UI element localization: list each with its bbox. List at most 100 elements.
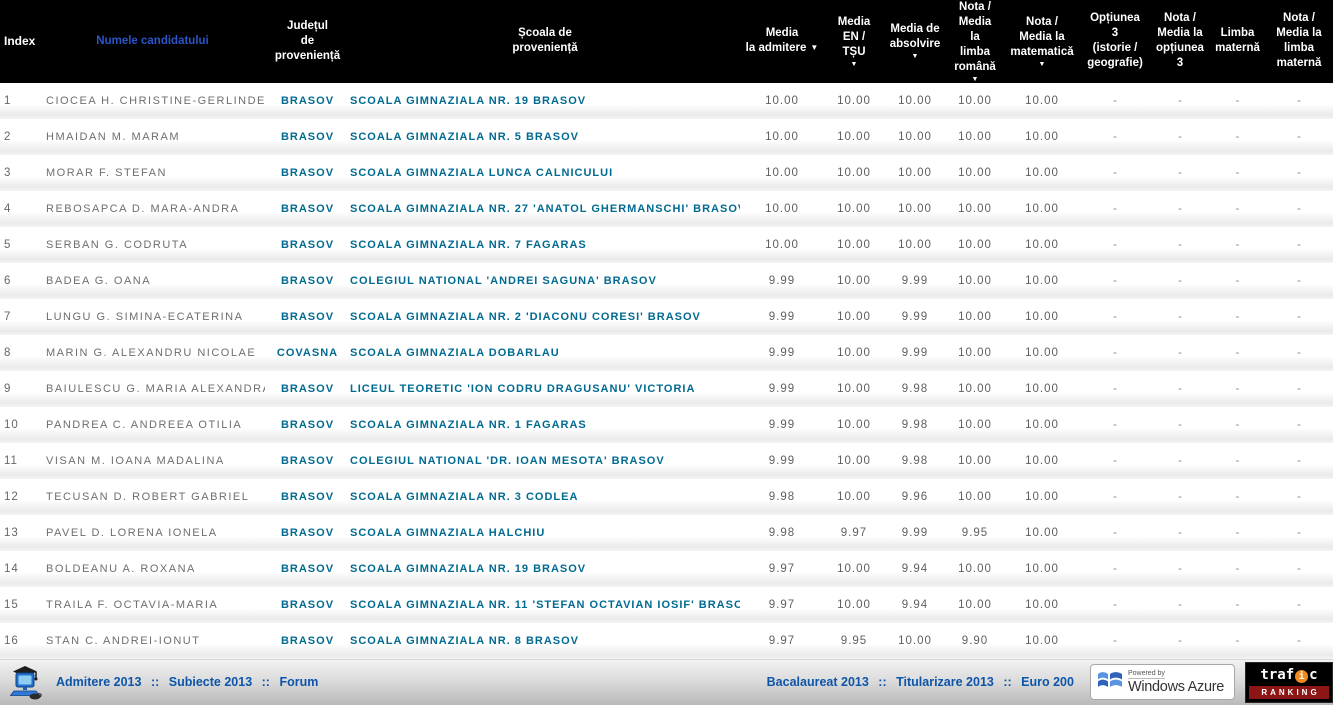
media-admitere-value: 9.99 [740,407,824,443]
school-link[interactable]: SCOALA GIMNAZIALA NR. 19 BRASOV [350,551,740,587]
county-link[interactable]: BRASOV [265,371,350,407]
county-link[interactable]: BRASOV [265,191,350,227]
nota-romana-value: 10.00 [946,119,1004,155]
school-link[interactable]: SCOALA GIMNAZIALA NR. 19 BRASOV [350,83,740,119]
school-link[interactable]: COLEGIUL NATIONAL 'DR. IOAN MESOTA' BRAS… [350,443,740,479]
media-admitere-value: 9.98 [740,479,824,515]
nota-matematica-value: 10.00 [1004,299,1080,335]
county-link[interactable]: BRASOV [265,83,350,119]
row-index: 16 [0,623,40,659]
limba-materna-value: - [1210,335,1265,371]
nota-romana-value: 10.00 [946,335,1004,371]
row-index: 15 [0,587,40,623]
column-header-candidate-name[interactable]: Numele candidatului [40,0,265,83]
school-link[interactable]: SCOALA GIMNAZIALA NR. 2 'DIACONU CORESI'… [350,299,740,335]
school-link[interactable]: SCOALA GIMNAZIALA NR. 3 CODLEA [350,479,740,515]
link-titularizare-2013[interactable]: Titularizare 2013 [896,675,994,689]
column-header-media-admitere[interactable]: Media la admitere▼ [740,0,824,83]
table-row: 2 HMAIDAN M. MARAM BRASOV SCOALA GIMNAZI… [0,119,1333,155]
county-link[interactable]: BRASOV [265,443,350,479]
optiunea-3-value: - [1080,551,1150,587]
county-link[interactable]: BRASOV [265,299,350,335]
link-admitere-2013[interactable]: Admitere 2013 [56,675,141,689]
optiunea-3-value: - [1080,227,1150,263]
media-en-tsu-value: 10.00 [824,83,884,119]
candidate-name: HMAIDAN M. MARAM [40,119,265,155]
row-index: 8 [0,335,40,371]
media-absolvire-value: 10.00 [884,191,946,227]
nota-limba-materna-value: - [1265,443,1333,479]
school-link[interactable]: SCOALA GIMNAZIALA NR. 27 'ANATOL GHERMAN… [350,191,740,227]
media-admitere-value: 10.00 [740,155,824,191]
azure-badge-text: Powered by Windows Azure [1128,670,1224,695]
media-en-tsu-value: 10.00 [824,551,884,587]
school-link[interactable]: SCOALA GIMNAZIALA HALCHIU [350,515,740,551]
optiunea-3-value: - [1080,191,1150,227]
link-forum[interactable]: Forum [279,675,318,689]
school-link[interactable]: LICEUL TEORETIC 'ION CODRU DRAGUSANU' VI… [350,371,740,407]
nota-matematica-value: 10.00 [1004,443,1080,479]
school-link[interactable]: SCOALA GIMNAZIALA LUNCA CALNICULUI [350,155,740,191]
column-header-nota-romana[interactable]: Nota / Media la limba română▼ [946,0,1004,83]
county-link[interactable]: BRASOV [265,227,350,263]
sort-arrow-icon[interactable]: ▼ [826,62,882,68]
school-link[interactable]: SCOALA GIMNAZIALA NR. 1 FAGARAS [350,407,740,443]
column-header-county: Județul de proveniență [265,0,350,83]
limba-materna-value: - [1210,515,1265,551]
county-link[interactable]: BRASOV [265,587,350,623]
table-row: 7 LUNGU G. SIMINA-ECATERINA BRASOV SCOAL… [0,299,1333,335]
school-link[interactable]: SCOALA GIMNAZIALA NR. 7 FAGARAS [350,227,740,263]
nota-matematica-value: 10.00 [1004,371,1080,407]
table-row: 16 STAN C. ANDREI-IONUT BRASOV SCOALA GI… [0,623,1333,659]
county-link[interactable]: COVASNA [265,335,350,371]
county-link[interactable]: BRASOV [265,263,350,299]
school-link[interactable]: SCOALA GIMNAZIALA NR. 8 BRASOV [350,623,740,659]
table-row: 1 CIOCEA H. CHRISTINE-GERLINDE BRASOV SC… [0,83,1333,119]
school-link[interactable]: SCOALA GIMNAZIALA NR. 5 BRASOV [350,119,740,155]
media-absolvire-value: 9.98 [884,443,946,479]
row-index: 5 [0,227,40,263]
county-link[interactable]: BRASOV [265,479,350,515]
county-link[interactable]: BRASOV [265,551,350,587]
nota-limba-materna-value: - [1265,191,1333,227]
sort-arrow-icon[interactable]: ▼ [1006,62,1078,68]
optiunea-3-value: - [1080,515,1150,551]
windows-azure-badge[interactable]: Powered by Windows Azure [1090,664,1235,700]
county-link[interactable]: BRASOV [265,515,350,551]
nota-romana-value: 10.00 [946,155,1004,191]
table-row: 10 PANDREA C. ANDREEA OTILIA BRASOV SCOA… [0,407,1333,443]
trafic-ranking-badge[interactable]: trafic RANKING [1245,662,1333,703]
limba-materna-value: - [1210,443,1265,479]
link-bacalaureat-2013[interactable]: Bacalaureat 2013 [767,675,869,689]
link-separator: :: [262,675,270,689]
school-link[interactable]: SCOALA GIMNAZIALA DOBARLAU [350,335,740,371]
row-index: 9 [0,371,40,407]
link-euro-200[interactable]: Euro 200 [1021,675,1074,689]
row-index: 13 [0,515,40,551]
county-link[interactable]: BRASOV [265,407,350,443]
link-separator: :: [1003,675,1011,689]
media-absolvire-value: 9.99 [884,299,946,335]
media-en-tsu-value: 10.00 [824,335,884,371]
county-link[interactable]: BRASOV [265,155,350,191]
media-absolvire-value: 9.99 [884,263,946,299]
row-index: 12 [0,479,40,515]
link-subiecte-2013[interactable]: Subiecte 2013 [169,675,252,689]
nota-optiunea-3-value: - [1150,587,1210,623]
site-logo-icon[interactable] [8,664,42,700]
school-link[interactable]: SCOALA GIMNAZIALA NR. 11 'STEFAN OCTAVIA… [350,587,740,623]
nota-limba-materna-value: - [1265,263,1333,299]
optiunea-3-value: - [1080,83,1150,119]
county-link[interactable]: BRASOV [265,623,350,659]
sort-arrow-icon[interactable]: ▼ [886,54,944,60]
media-en-tsu-value: 10.00 [824,587,884,623]
county-link[interactable]: BRASOV [265,119,350,155]
column-header-media-absolvire[interactable]: Media de absolvire▼ [884,0,946,83]
school-link[interactable]: COLEGIUL NATIONAL 'ANDREI SAGUNA' BRASOV [350,263,740,299]
sort-arrow-icon[interactable]: ▼ [810,43,818,52]
footer-right-links: Bacalaureat 2013 :: Titularizare 2013 ::… [767,675,1074,689]
column-header-media-en-tsu[interactable]: Media EN / TȘU▼ [824,0,884,83]
column-header-nota-matematica[interactable]: Nota / Media la matematică▼ [1004,0,1080,83]
candidate-name: STAN C. ANDREI-IONUT [40,623,265,659]
limba-materna-value: - [1210,263,1265,299]
